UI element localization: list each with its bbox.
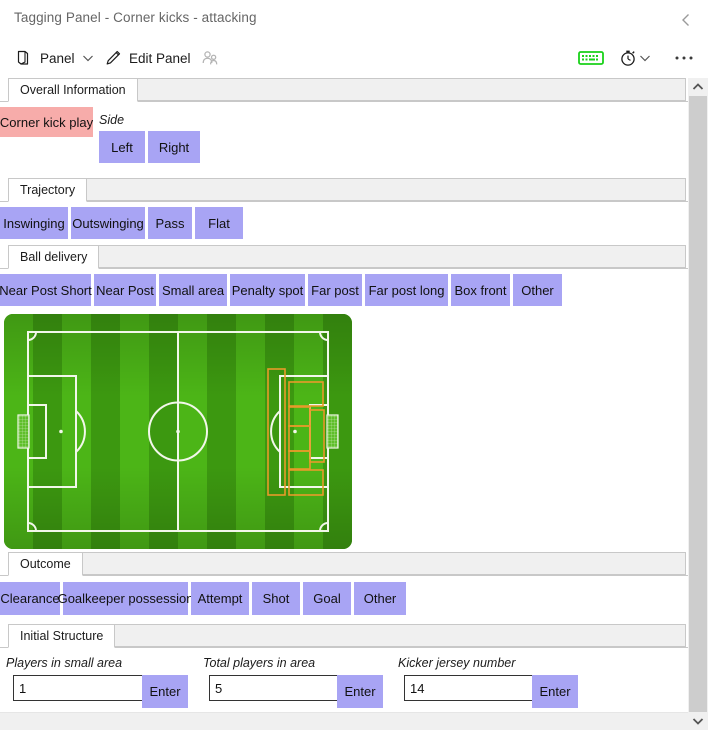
edit-panel-button[interactable]: Edit Panel	[103, 44, 191, 72]
side-field-label: Side	[99, 113, 125, 127]
pencil-icon	[103, 48, 123, 68]
kicker-jersey-number-label: Kicker jersey number	[398, 656, 516, 670]
timer-button[interactable]	[618, 46, 652, 70]
total-players-in-area-enter-button[interactable]: Enter	[337, 675, 383, 708]
tag-inswinging[interactable]: Inswinging	[0, 207, 68, 239]
panel-book-icon	[14, 48, 34, 68]
tabstrip-filler	[73, 552, 686, 575]
right-goal	[326, 414, 339, 449]
chevron-down-icon[interactable]	[638, 51, 652, 65]
football-pitch-zone-selector[interactable]	[4, 314, 352, 549]
people-icon[interactable]	[196, 44, 224, 72]
group-ball-delivery: Ball delivery Near Post Short Near Post …	[0, 245, 688, 552]
tag-flat[interactable]: Flat	[195, 207, 243, 239]
panel-button[interactable]: Panel	[14, 44, 95, 72]
tabstrip-filler	[96, 245, 686, 268]
group-outcome: Outcome Clearance Goalkeeper possession …	[0, 552, 688, 624]
tag-clearance[interactable]: Clearance	[0, 582, 60, 615]
tab-ball-delivery[interactable]: Ball delivery	[8, 245, 100, 269]
toolbar: Panel Edit Panel	[0, 38, 708, 78]
ellipsis-icon[interactable]	[673, 46, 695, 70]
left-goal	[17, 414, 30, 449]
tag-outswinging[interactable]: Outswinging	[71, 207, 145, 239]
tag-penalty-spot[interactable]: Penalty spot	[230, 274, 305, 306]
group-body: Near Post Short Near Post Small area Pen…	[0, 269, 688, 551]
players-in-small-area-input[interactable]	[13, 675, 148, 701]
tabstrip-filler	[110, 624, 686, 647]
title-bar: Tagging Panel - Corner kicks - attacking	[0, 0, 708, 38]
keyboard-icon	[578, 49, 604, 67]
tag-shot[interactable]: Shot	[252, 582, 300, 615]
tag-pass[interactable]: Pass	[148, 207, 192, 239]
chevron-down-icon[interactable]	[81, 51, 95, 65]
tag-near-post[interactable]: Near Post	[94, 274, 156, 306]
tagging-panel-window: Tagging Panel - Corner kicks - attacking…	[0, 0, 708, 730]
tab-overall-information[interactable]: Overall Information	[8, 78, 138, 102]
total-players-in-area-input[interactable]	[209, 675, 344, 701]
tag-goalkeeper-possession[interactable]: Goalkeeper possession	[58, 582, 193, 615]
scrollbar-thumb[interactable]	[689, 96, 707, 712]
tag-other-delivery[interactable]: Other	[513, 274, 562, 306]
tabstrip-filler	[132, 78, 686, 101]
panel-button-label: Panel	[40, 50, 75, 66]
trajectory-tag-row: Inswinging Outswinging Pass Flat	[0, 207, 688, 239]
players-in-small-area-enter-button[interactable]: Enter	[142, 675, 188, 708]
tag-attempt[interactable]: Attempt	[191, 582, 249, 615]
group-body: Clearance Goalkeeper possession Attempt …	[0, 576, 688, 623]
stopwatch-icon	[618, 48, 638, 68]
tag-side-left[interactable]: Left	[99, 131, 145, 163]
players-in-small-area-label: Players in small area	[6, 656, 123, 670]
tag-box-front[interactable]: Box front	[451, 274, 510, 306]
tab-initial-structure[interactable]: Initial Structure	[8, 624, 116, 648]
window-title: Tagging Panel - Corner kicks - attacking	[14, 10, 257, 25]
chevron-left-icon[interactable]	[676, 10, 696, 30]
tag-corner-kick-play[interactable]: Corner kick play	[0, 107, 93, 137]
tag-other-outcome[interactable]: Other	[354, 582, 406, 615]
kicker-jersey-number-input[interactable]	[404, 675, 539, 701]
right-penalty-spot	[293, 429, 297, 434]
chevron-down-icon[interactable]	[688, 712, 708, 730]
panel-content: Overall Information Corner kick play Sid…	[0, 78, 688, 712]
ball-delivery-tag-row: Near Post Short Near Post Small area Pen…	[0, 274, 688, 306]
left-penalty-spot	[59, 429, 63, 434]
edit-panel-label: Edit Panel	[129, 50, 191, 66]
pitch-graphic	[4, 314, 352, 549]
group-initial-structure: Initial Structure Players in small area …	[0, 624, 688, 712]
tag-far-post[interactable]: Far post	[308, 274, 362, 306]
bottom-strip	[0, 712, 688, 730]
tab-trajectory[interactable]: Trajectory	[8, 178, 88, 202]
group-tabstrip: Overall Information	[0, 78, 688, 102]
kicker-jersey-number-enter-button[interactable]: Enter	[532, 675, 578, 708]
chevron-up-icon[interactable]	[688, 78, 708, 96]
tabstrip-filler	[78, 178, 686, 201]
group-tabstrip: Ball delivery	[0, 245, 688, 269]
total-players-in-area-label: Total players in area	[203, 656, 316, 670]
vertical-scrollbar[interactable]	[688, 78, 708, 730]
tag-side-right[interactable]: Right	[148, 131, 200, 163]
group-tabstrip: Initial Structure	[0, 624, 688, 648]
tag-near-post-short[interactable]: Near Post Short	[0, 274, 92, 306]
centre-spot	[176, 429, 180, 434]
group-trajectory: Trajectory Inswinging Outswinging Pass F…	[0, 178, 688, 245]
tag-small-area[interactable]: Small area	[159, 274, 227, 306]
group-overall-information: Overall Information Corner kick play Sid…	[0, 78, 688, 178]
group-tabstrip: Trajectory	[0, 178, 688, 202]
tag-far-post-long[interactable]: Far post long	[365, 274, 448, 306]
outcome-tag-row: Clearance Goalkeeper possession Attempt …	[0, 582, 688, 615]
group-body: Corner kick play Side Left Right	[0, 102, 688, 177]
keyboard-shortcuts-button[interactable]	[578, 46, 604, 70]
group-body: Players in small area Enter Total player…	[0, 648, 688, 711]
tab-outcome[interactable]: Outcome	[8, 552, 83, 576]
group-tabstrip: Outcome	[0, 552, 688, 576]
group-body: Inswinging Outswinging Pass Flat	[0, 202, 688, 244]
tag-goal[interactable]: Goal	[303, 582, 351, 615]
